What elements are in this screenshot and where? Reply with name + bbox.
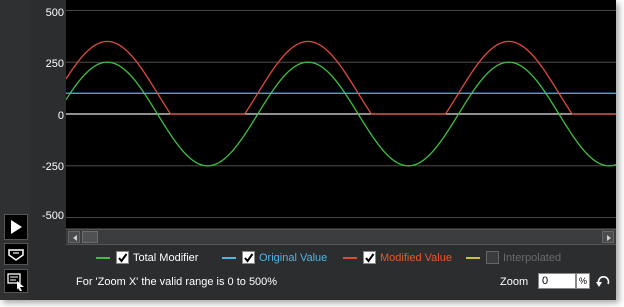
checkbox[interactable] (363, 251, 376, 264)
reset-zoom-button[interactable] (594, 272, 612, 290)
legend-swatch (466, 257, 480, 259)
checkmark-icon (244, 253, 254, 263)
y-tick-minus-250: -250 (41, 161, 64, 173)
y-tick-500: 500 (45, 7, 64, 19)
y-tick-0: 0 (57, 110, 64, 122)
scroll-thumb[interactable] (82, 231, 98, 243)
select-tool-button[interactable] (4, 269, 28, 293)
chevron-right-icon (607, 235, 611, 241)
zoom-label: Zoom (500, 276, 529, 288)
horizontal-scrollbar[interactable] (66, 229, 616, 245)
legend-swatch (96, 257, 110, 259)
legend-swatch (343, 257, 357, 259)
checkbox (486, 251, 499, 264)
curve-editor-panel: 500 250 0 -250 -500 Total Modifier Origi… (0, 0, 616, 300)
y-tick-minus-500: -500 (41, 210, 64, 222)
reset-zoom-icon (596, 276, 610, 287)
zoom-unit: % (576, 273, 590, 289)
legend-label: Total Modifier (133, 252, 199, 264)
legend-swatch (222, 257, 236, 259)
curve-tool-icon (8, 249, 24, 261)
chevron-left-icon (73, 235, 77, 241)
scroll-right-button[interactable] (602, 231, 614, 243)
legend-label: Interpolated (503, 252, 562, 264)
checkbox[interactable] (116, 251, 129, 264)
zoom-range-note: For 'Zoom X' the valid range is 0 to 500… (76, 276, 278, 288)
checkbox[interactable] (242, 251, 255, 264)
scroll-left-button[interactable] (68, 231, 80, 243)
y-tick-250: 250 (45, 58, 64, 70)
checkmark-icon (365, 253, 375, 263)
legend-label: Original Value (259, 252, 328, 264)
zoom-input[interactable] (538, 273, 576, 289)
checkmark-icon (118, 253, 128, 263)
chart-svg (66, 9, 616, 219)
play-icon (11, 220, 22, 234)
tool-strip (0, 0, 30, 300)
plot-area[interactable] (66, 0, 616, 228)
play-button[interactable] (4, 214, 28, 240)
curve-tool-button[interactable] (4, 243, 28, 265)
select-tool-icon (7, 273, 24, 291)
legend-label: Modified Value (380, 252, 452, 264)
